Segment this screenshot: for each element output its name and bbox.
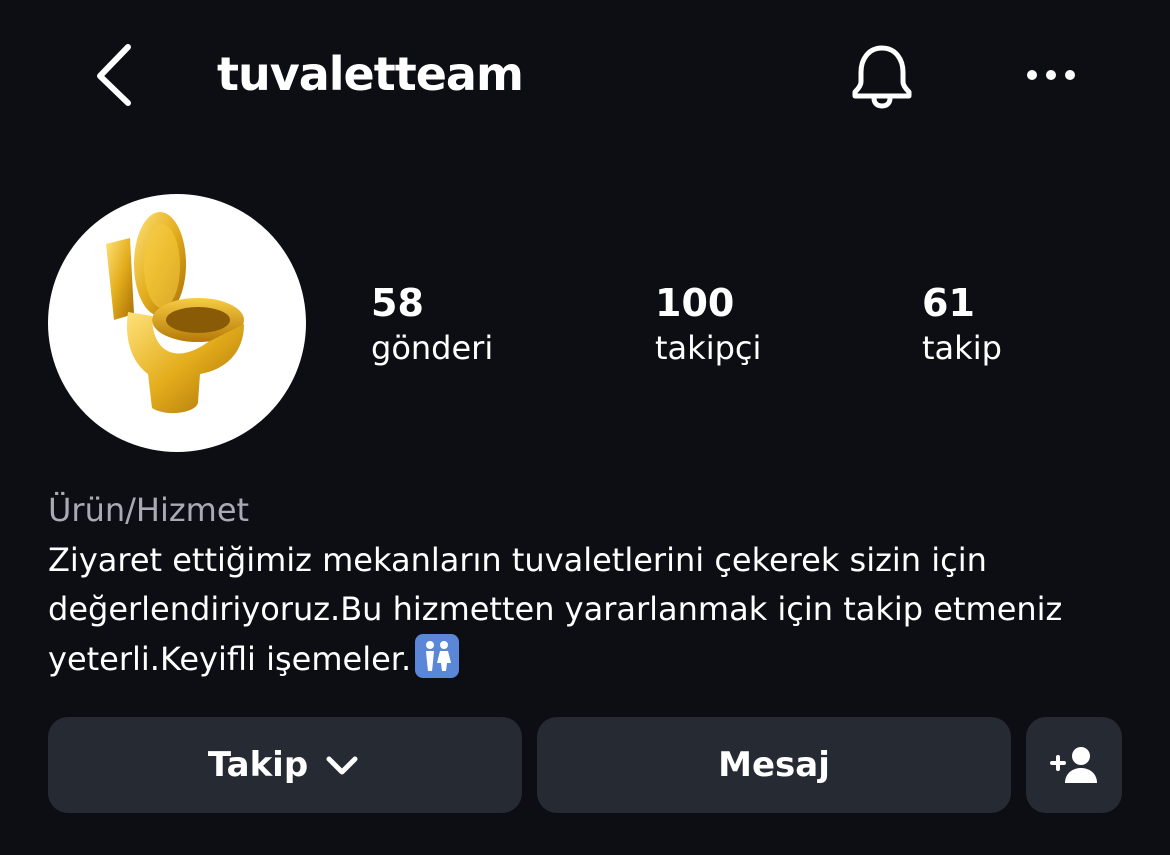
notifications-button[interactable] — [846, 40, 918, 112]
profile-category: Ürün/Hizmet — [48, 491, 250, 529]
stat-followers[interactable]: 100 takipçi — [655, 280, 761, 370]
more-options-button[interactable] — [1018, 55, 1084, 95]
add-friend-button[interactable] — [1026, 717, 1122, 813]
back-button[interactable] — [88, 40, 148, 110]
message-button-label: Mesaj — [718, 745, 830, 785]
profile-avatar[interactable] — [48, 194, 306, 452]
message-button[interactable]: Mesaj — [537, 717, 1011, 813]
stat-following[interactable]: 61 takip — [922, 280, 1002, 370]
followers-label: takipçi — [655, 329, 762, 367]
restroom-icon — [415, 634, 460, 678]
profile-bio: Ziyaret ettiğimiz mekanların tuvaletleri… — [48, 536, 1128, 684]
posts-label: gönderi — [371, 329, 494, 367]
more-dots-icon — [1027, 70, 1075, 80]
profile-username: tuvaletteam — [217, 47, 524, 101]
posts-count: 58 — [371, 281, 424, 325]
add-person-icon — [1050, 747, 1097, 783]
bio-text: Ziyaret ettiğimiz mekanların tuvaletleri… — [48, 541, 1063, 678]
top-bar: tuvaletteam — [0, 0, 1170, 150]
followers-count: 100 — [655, 281, 735, 325]
stat-posts[interactable]: 58 gönderi — [371, 280, 493, 370]
bell-icon — [852, 45, 912, 109]
following-label: takip — [922, 329, 1002, 367]
chevron-down-icon — [326, 756, 358, 775]
golden-toilet-image — [106, 212, 244, 414]
chevron-left-icon — [97, 44, 131, 106]
follow-button-label: Takip — [207, 745, 309, 785]
following-count: 61 — [922, 281, 975, 325]
follow-button[interactable]: Takip — [48, 717, 522, 813]
